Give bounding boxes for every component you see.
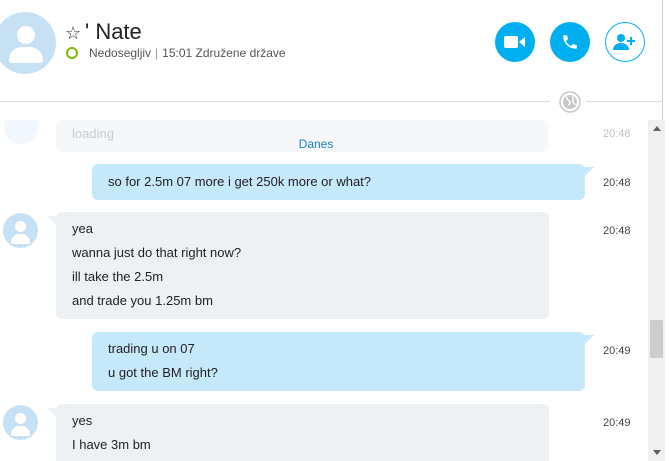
conversation-scrollbar[interactable] — [648, 120, 665, 461]
globe-icon[interactable] — [559, 91, 581, 113]
window-edge — [662, 0, 663, 120]
message-text: I have 3m bm — [72, 437, 151, 452]
message-text: ill take the 2.5m — [72, 269, 164, 284]
chat-header: ☆ ' Nate Nedosegljiv | 15:01 Združene drža… — [0, 0, 670, 101]
message-text: yea — [72, 221, 93, 236]
scroll-up-arrow-icon[interactable] — [648, 120, 665, 137]
message-text: and trade you 1.25m bm — [72, 293, 213, 308]
message-time: 20:48 — [603, 225, 631, 237]
contact-name[interactable]: ' Nate — [85, 19, 142, 45]
status-text: Nedosegljiv — [89, 46, 152, 60]
header-divider-right — [586, 101, 662, 102]
bubble-tail — [585, 335, 594, 344]
message-bubble-incoming[interactable]: yea wanna just do that right now? ill ta… — [56, 212, 549, 319]
contact-avatar[interactable] — [0, 12, 56, 74]
header-divider — [0, 101, 550, 102]
scroll-down-arrow-icon[interactable] — [648, 444, 665, 461]
video-call-button[interactable] — [495, 22, 535, 62]
message-bubble-incoming[interactable]: yes I have 3m bm — [56, 404, 549, 461]
message-text: yes — [72, 413, 93, 428]
scroll-thumb[interactable] — [650, 320, 663, 358]
status-line: Nedosegljiv | 15:01 Združene države — [89, 46, 286, 60]
message-text: u got the BM right? — [108, 365, 218, 380]
conversation-pane[interactable]: loading 20:48 Danes so for 2.5m 07 more … — [0, 120, 648, 461]
status-indicator-icon — [66, 47, 78, 59]
message-bubble-outgoing[interactable]: so for 2.5m 07 more i get 250k more or w… — [92, 164, 585, 200]
video-call-icon — [504, 36, 525, 48]
message-time: 20:49 — [603, 345, 631, 357]
local-time: 15:01 Združene države — [162, 46, 286, 60]
add-participant-button[interactable] — [605, 22, 645, 62]
message-text: so for 2.5m 07 more i get 250k more or w… — [108, 174, 372, 189]
message-time: 20:48 — [603, 177, 631, 189]
bubble-tail — [47, 216, 56, 225]
sender-avatar[interactable] — [3, 405, 38, 440]
sender-avatar[interactable] — [3, 213, 38, 248]
bubble-tail — [47, 408, 56, 417]
add-contact-icon — [613, 34, 635, 50]
audio-call-button[interactable] — [550, 22, 590, 62]
message-bubble-outgoing[interactable]: trading u on 07 u got the BM right? — [92, 332, 585, 391]
phone-call-icon — [563, 35, 577, 49]
message-time: 20:49 — [603, 417, 631, 429]
date-separator: Danes — [298, 137, 334, 151]
message-text: wanna just do that right now? — [72, 245, 242, 260]
message-text: trading u on 07 — [108, 341, 195, 356]
bubble-tail — [585, 167, 594, 176]
star-icon[interactable]: ☆ — [65, 23, 81, 43]
